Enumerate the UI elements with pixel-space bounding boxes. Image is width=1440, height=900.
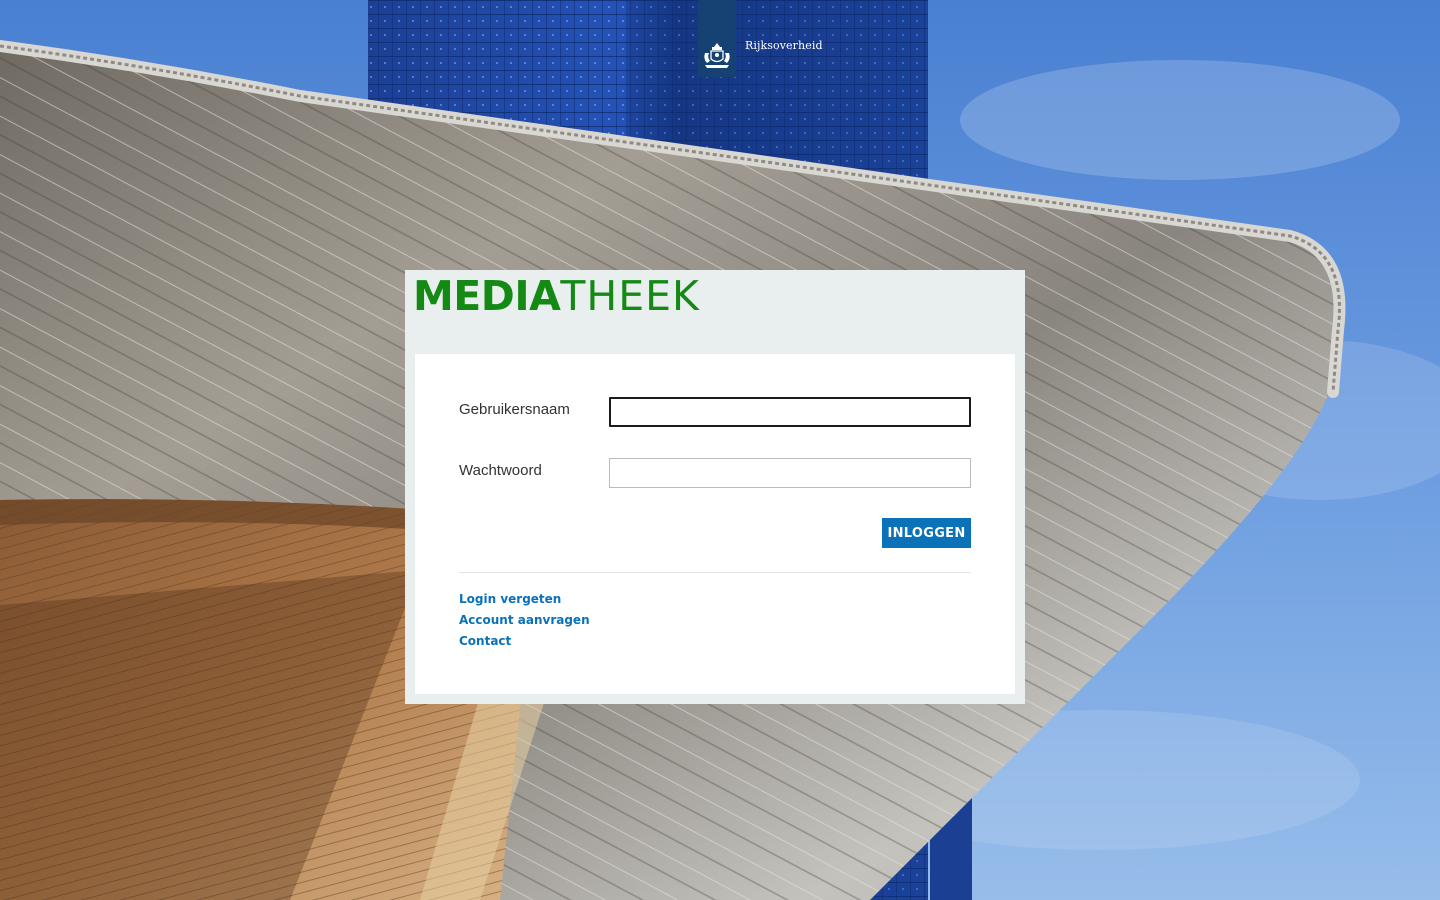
password-row: Wachtwoord xyxy=(459,458,971,489)
mediatheek-logo: MEDIATHEEK xyxy=(413,272,700,320)
login-card: Gebruikersnaam Wachtwoord INLOGGEN Login… xyxy=(415,354,1015,694)
username-label: Gebruikersnaam xyxy=(459,401,570,418)
login-button[interactable]: INLOGGEN xyxy=(882,518,971,548)
request-account-link[interactable]: Account aanvragen xyxy=(459,612,590,629)
brand-light-text: THEEK xyxy=(560,272,700,320)
brand-bold-text: MEDIA xyxy=(413,272,561,320)
password-label: Wachtwoord xyxy=(459,462,542,479)
divider xyxy=(459,572,971,573)
contact-link[interactable]: Contact xyxy=(459,633,590,650)
username-input[interactable] xyxy=(609,397,971,427)
login-panel: MEDIATHEEK Gebruikersnaam Wachtwoord INL… xyxy=(405,270,1025,704)
username-row: Gebruikersnaam xyxy=(459,397,971,428)
rijksoverheid-label: Rijksoverheid xyxy=(745,39,823,52)
rijksoverheid-emblem-icon xyxy=(704,43,730,68)
help-links: Login vergeten Account aanvragen Contact xyxy=(459,591,590,650)
rijksoverheid-logo xyxy=(698,0,736,77)
password-input[interactable] xyxy=(609,458,971,488)
forgot-login-link[interactable]: Login vergeten xyxy=(459,591,590,608)
